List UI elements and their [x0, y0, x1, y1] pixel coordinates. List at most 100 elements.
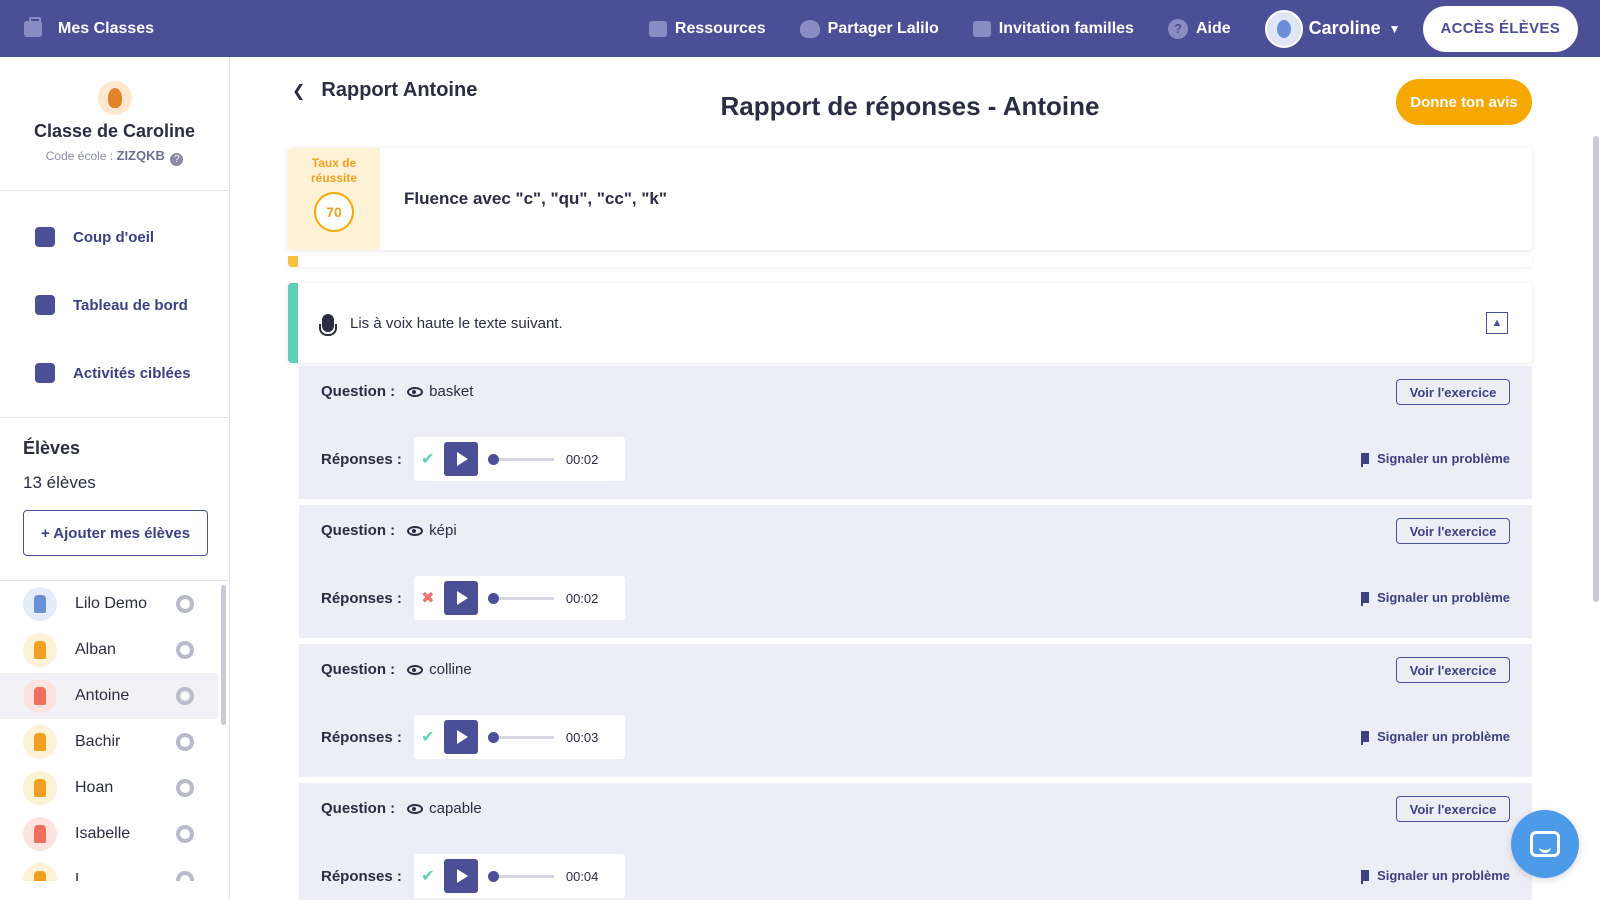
- student-name: Alban: [75, 641, 116, 658]
- audio-duration: 00:02: [565, 451, 599, 467]
- student-list-scrollbar[interactable]: [221, 585, 226, 725]
- responses-label: Réponses :: [321, 867, 402, 885]
- page-scrollbar[interactable]: [1593, 136, 1599, 602]
- play-button[interactable]: [443, 859, 478, 893]
- question-label: Question :: [321, 661, 396, 678]
- view-exercise-button[interactable]: Voir l'exercice: [1396, 518, 1510, 544]
- play-button[interactable]: [443, 581, 478, 615]
- audio-progress-slider[interactable]: [487, 453, 554, 465]
- eye-icon: [407, 525, 424, 536]
- instruction-text: Lis à voix haute le texte suivant.: [350, 314, 563, 332]
- gear-icon[interactable]: [176, 779, 194, 797]
- audio-duration: 00:02: [565, 590, 599, 606]
- student-item-lilo-demo[interactable]: Lilo Demo: [0, 581, 218, 627]
- question-block: Question : basket Voir l'exercice Répons…: [299, 366, 1532, 499]
- nav-label: Partager Lalilo: [827, 19, 939, 37]
- add-students-button[interactable]: + Ajouter mes élèves: [23, 510, 208, 556]
- nav-invitation[interactable]: Invitation familles: [972, 20, 1134, 38]
- activity-summary-card: Taux de réussite 70 Fluence avec "c", "q…: [288, 148, 1532, 250]
- gear-icon[interactable]: [176, 825, 194, 843]
- report-problem-link[interactable]: Signaler un problème: [1361, 868, 1510, 884]
- student-item-isabelle[interactable]: Isabelle: [0, 811, 218, 857]
- view-exercise-button[interactable]: Voir l'exercice: [1396, 657, 1510, 683]
- sidebar-item-label: Tableau de bord: [73, 296, 188, 314]
- nav-aide[interactable]: ? Aide: [1167, 18, 1231, 39]
- student-item-partial[interactable]: L...: [0, 857, 218, 881]
- envelope-icon: [972, 20, 991, 37]
- gear-icon[interactable]: [176, 641, 194, 659]
- briefcase-icon: [24, 16, 42, 37]
- gear-icon[interactable]: [176, 733, 194, 751]
- question-word: képi: [429, 522, 457, 539]
- page-title: Rapport de réponses - Antoine: [230, 91, 1600, 122]
- chat-icon: [1530, 831, 1560, 857]
- question-word: colline: [429, 661, 472, 678]
- eye-icon: [407, 664, 424, 675]
- student-avatar: [23, 817, 57, 851]
- main-content: ❮ Rapport Antoine Rapport de réponses - …: [230, 57, 1600, 900]
- check-icon: ✔: [421, 729, 435, 746]
- audio-progress-slider[interactable]: [487, 592, 554, 604]
- help-icon[interactable]: ?: [170, 153, 184, 166]
- user-menu[interactable]: Caroline ▼: [1264, 9, 1401, 48]
- audio-player: ✔ 00:04: [413, 854, 625, 898]
- dashboard-icon: [35, 295, 55, 315]
- play-button[interactable]: [443, 442, 478, 476]
- sidebar-item-label: Activités ciblées: [73, 364, 191, 382]
- flag-icon: [1361, 453, 1370, 467]
- check-icon: ✔: [421, 451, 435, 468]
- report-problem-link[interactable]: Signaler un problème: [1361, 729, 1510, 745]
- chart-icon: [35, 227, 55, 247]
- audio-player: ✖ 00:02: [413, 576, 625, 620]
- gear-icon[interactable]: [176, 687, 194, 705]
- student-name: Lilo Demo: [75, 595, 148, 612]
- question-word: capable: [429, 800, 482, 817]
- chat-support-button[interactable]: [1511, 810, 1579, 878]
- flag-icon: [1361, 870, 1370, 884]
- audio-duration: 00:04: [565, 868, 599, 884]
- student-item-bachir[interactable]: Bachir: [0, 719, 218, 765]
- student-item-hoan[interactable]: Hoan: [0, 765, 218, 811]
- student-item-antoine[interactable]: Antoine: [0, 673, 218, 719]
- responses-label: Réponses :: [321, 589, 402, 607]
- class-title: Classe de Caroline: [33, 121, 196, 141]
- folder-icon: [648, 20, 667, 37]
- sidebar-item-coup-doeil[interactable]: Coup d'oeil: [0, 203, 229, 271]
- students-count: 13 élèves: [23, 473, 96, 492]
- student-name: Hoan: [75, 779, 114, 796]
- school-code-value: ZIZQKB: [116, 148, 165, 163]
- sidebar: Classe de Caroline Code école : ZIZQKB ?…: [0, 57, 230, 900]
- response-row: Réponses : ✔ 00:02: [321, 437, 625, 481]
- play-button[interactable]: [443, 720, 478, 754]
- collapse-button[interactable]: ▲: [1486, 312, 1508, 334]
- report-problem-link[interactable]: Signaler un problème: [1361, 590, 1510, 606]
- nav-ressources[interactable]: Ressources: [648, 20, 766, 38]
- view-exercise-button[interactable]: Voir l'exercice: [1396, 796, 1510, 822]
- student-access-button[interactable]: ACCÈS ÉLÈVES: [1422, 5, 1578, 52]
- question-row: Question : colline: [321, 661, 472, 678]
- audio-progress-slider[interactable]: [487, 731, 554, 743]
- document-icon: [35, 363, 55, 383]
- view-exercise-button[interactable]: Voir l'exercice: [1396, 379, 1510, 405]
- chevron-down-icon: ▼: [1388, 21, 1401, 36]
- question-row: Question : capable: [321, 800, 482, 817]
- avatar: [1264, 9, 1303, 48]
- audio-player: ✔ 00:02: [413, 437, 625, 481]
- report-problem-link[interactable]: Signaler un problème: [1361, 451, 1510, 467]
- student-item-alban[interactable]: Alban: [0, 627, 218, 673]
- feedback-button[interactable]: Donne ton avis: [1396, 79, 1532, 125]
- audio-duration: 00:03: [565, 729, 599, 745]
- students-section: Élèves 13 élèves + Ajouter mes élèves: [0, 418, 229, 581]
- sidebar-item-tableau-de-bord[interactable]: Tableau de bord: [0, 271, 229, 339]
- student-avatar: [23, 771, 57, 805]
- question-label: Question :: [321, 383, 396, 400]
- main-nav: Ressources Partager Lalilo Invitation fa…: [648, 0, 1600, 57]
- audio-progress-slider[interactable]: [487, 870, 554, 882]
- report-problem-label: Signaler un problème: [1377, 451, 1510, 466]
- question-label: Question :: [321, 800, 396, 817]
- my-classes-link[interactable]: Mes Classes: [0, 16, 154, 38]
- nav-partager[interactable]: Partager Lalilo: [799, 19, 939, 38]
- gear-icon[interactable]: [176, 871, 194, 881]
- sidebar-item-activites-ciblees[interactable]: Activités ciblées: [0, 339, 229, 407]
- gear-icon[interactable]: [176, 595, 194, 613]
